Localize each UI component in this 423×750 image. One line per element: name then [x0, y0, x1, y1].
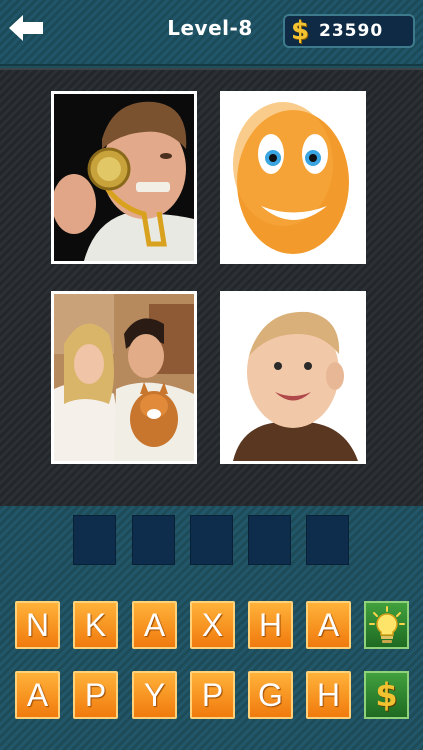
couple-with-dog-photo [51, 291, 197, 464]
answer-slot[interactable] [306, 515, 349, 565]
answer-slot[interactable] [248, 515, 291, 565]
smiley-face-photo [220, 91, 366, 264]
letter-tile[interactable]: N [15, 601, 60, 649]
back-arrow-icon [9, 15, 43, 41]
coin-balance: $ 23590 [283, 14, 415, 48]
letter-tile[interactable]: K [73, 601, 118, 649]
letter-tile[interactable]: X [190, 601, 235, 649]
letter-tile[interactable]: A [306, 601, 351, 649]
letter-tile[interactable]: G [248, 671, 293, 719]
letter-tile[interactable]: P [73, 671, 118, 719]
buy-coins-button[interactable]: $ [364, 671, 409, 719]
lightbulb-icon [368, 606, 405, 643]
dollar-icon: $ [375, 676, 398, 714]
coin-count: 23590 [319, 21, 384, 41]
letter-tile[interactable]: A [15, 671, 60, 719]
back-button[interactable] [6, 10, 46, 46]
letter-tile[interactable]: Y [132, 671, 177, 719]
letter-tile[interactable]: P [190, 671, 235, 719]
letter-tile[interactable]: A [132, 601, 177, 649]
dollar-icon: $ [290, 16, 310, 46]
level-title: Level-8 [167, 16, 253, 40]
hint-button[interactable] [364, 601, 409, 649]
letter-tile[interactable]: H [306, 671, 351, 719]
man-with-medal-photo [51, 91, 197, 264]
answer-slot[interactable] [190, 515, 233, 565]
answer-slot[interactable] [132, 515, 175, 565]
answer-slot[interactable] [73, 515, 116, 565]
baby-photo [220, 291, 366, 464]
letter-tile[interactable]: H [248, 601, 293, 649]
